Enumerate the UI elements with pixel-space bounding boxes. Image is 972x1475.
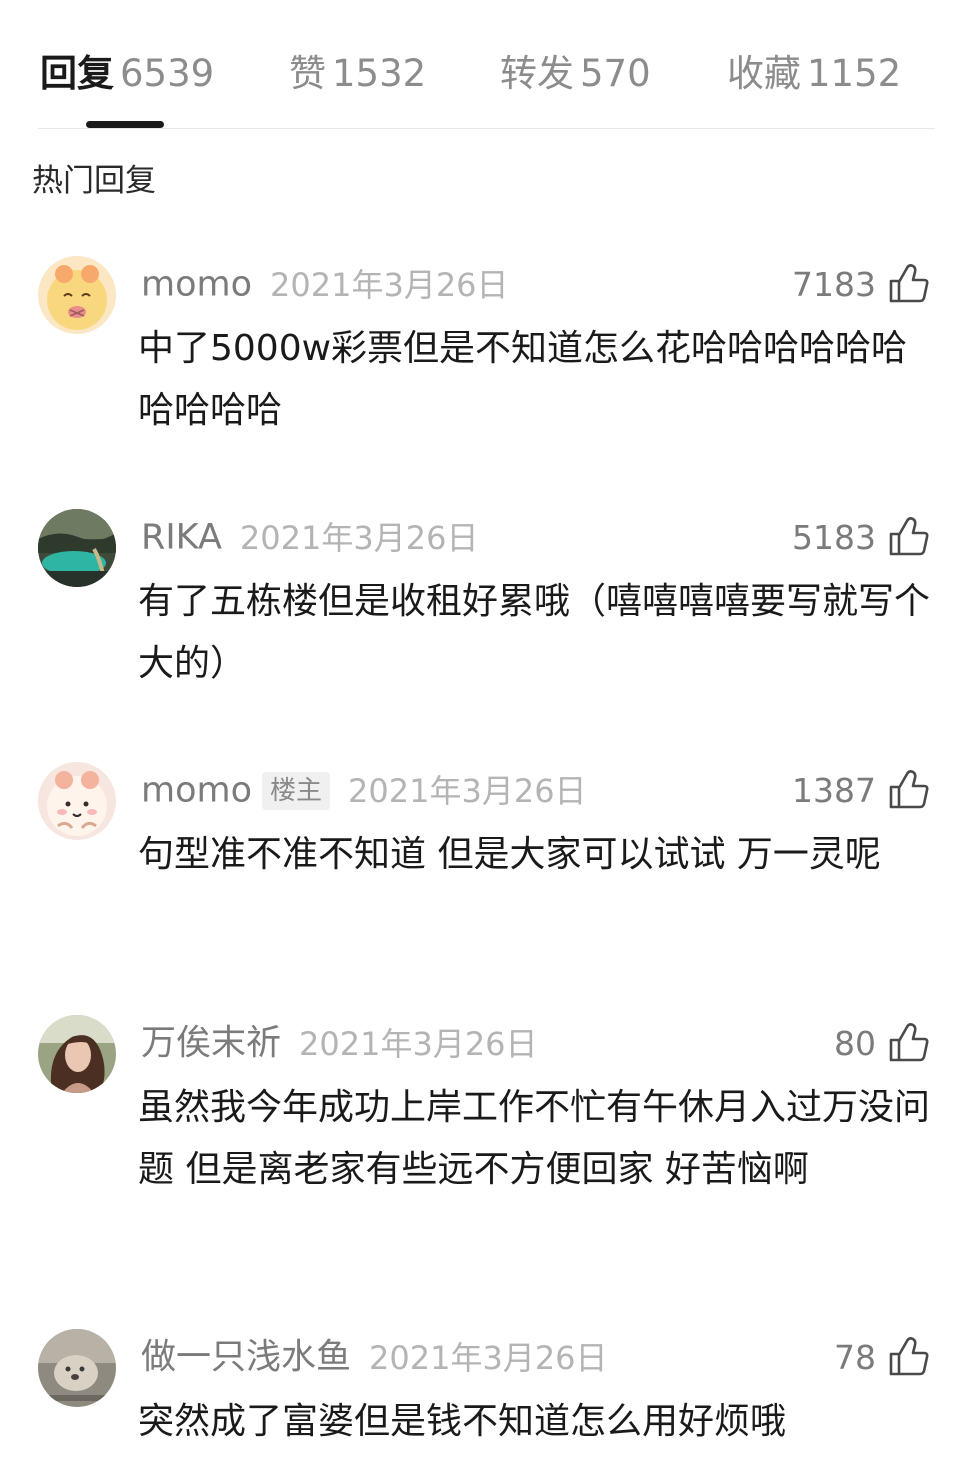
tab-reposts-label: 转发 bbox=[500, 52, 574, 95]
like-count: 5183 bbox=[792, 517, 876, 557]
tab-replies-count: 6539 bbox=[120, 52, 215, 95]
tab-reposts-count: 570 bbox=[580, 52, 651, 95]
tab-likes-count: 1532 bbox=[332, 52, 427, 95]
like-button[interactable]: 78 bbox=[834, 1331, 930, 1383]
reply-tabs: 回复 6539 赞 1532 转发 570 收藏 1152 bbox=[0, 0, 972, 128]
timestamp: 2021年3月26日 bbox=[348, 771, 587, 810]
tabs-divider bbox=[38, 128, 935, 129]
like-button[interactable]: 1387 bbox=[792, 764, 930, 816]
active-tab-indicator bbox=[86, 121, 164, 128]
tab-reposts[interactable]: 转发 570 bbox=[500, 48, 651, 100]
avatar[interactable] bbox=[38, 1329, 116, 1407]
timestamp: 2021年3月26日 bbox=[239, 518, 479, 557]
avatar[interactable] bbox=[38, 762, 116, 840]
timestamp: 2021年3月26日 bbox=[270, 265, 509, 304]
like-button[interactable]: 80 bbox=[834, 1017, 930, 1069]
comment-text: 突然成了富婆但是钱不知道怎么用好烦哦 bbox=[138, 1401, 787, 1442]
comment-meta: momo 2021年3月26日 bbox=[141, 258, 509, 310]
tab-favorites[interactable]: 收藏 1152 bbox=[727, 48, 901, 100]
username[interactable]: 万俟末祈 bbox=[141, 1024, 281, 1064]
thumbs-up-icon bbox=[888, 1022, 930, 1064]
comment-text: 虽然我今年成功上岸工作不忙有午休月入过万没问题 但是离老家有些远不方便回家 好苦… bbox=[138, 1087, 931, 1190]
username[interactable]: RIKA bbox=[141, 518, 222, 558]
thumbs-up-icon bbox=[888, 1336, 930, 1378]
tab-favorites-count: 1152 bbox=[807, 52, 902, 95]
like-button[interactable]: 5183 bbox=[792, 511, 930, 563]
avatar[interactable] bbox=[38, 509, 116, 587]
timestamp: 2021年3月26日 bbox=[369, 1338, 608, 1377]
like-count: 1387 bbox=[792, 770, 876, 810]
tab-likes[interactable]: 赞 1532 bbox=[289, 48, 426, 100]
like-count: 7183 bbox=[792, 264, 876, 304]
thumbs-up-icon bbox=[888, 516, 930, 558]
avatar[interactable] bbox=[38, 256, 116, 334]
hot-replies-heading: 热门回复 bbox=[32, 163, 156, 199]
comment-text: 有了五栋楼但是收租好累哦（嘻嘻嘻嘻要写就写个大的） bbox=[138, 581, 931, 684]
like-button[interactable]: 7183 bbox=[792, 258, 930, 310]
timestamp: 2021年3月26日 bbox=[299, 1024, 538, 1063]
comment-meta: 万俟末祈 2021年3月26日 bbox=[141, 1017, 538, 1069]
username[interactable]: momo bbox=[141, 265, 252, 305]
username[interactable]: 做一只浅水鱼 bbox=[141, 1338, 351, 1378]
like-count: 78 bbox=[834, 1337, 876, 1377]
thumbs-up-icon bbox=[888, 769, 930, 811]
tab-favorites-label: 收藏 bbox=[727, 52, 801, 95]
avatar[interactable] bbox=[38, 1015, 116, 1093]
tab-replies-label: 回复 bbox=[40, 52, 114, 95]
like-count: 80 bbox=[834, 1023, 876, 1063]
comment-text: 中了5000w彩票但是不知道怎么花哈哈哈哈哈哈哈哈哈哈 bbox=[138, 328, 908, 431]
comment-text: 句型准不准不知道 但是大家可以试试 万一灵呢 bbox=[138, 834, 881, 875]
comment-meta: RIKA 2021年3月26日 bbox=[141, 511, 478, 563]
thumbs-up-icon bbox=[888, 263, 930, 305]
comment-meta: momo 楼主 2021年3月26日 bbox=[141, 764, 587, 816]
username[interactable]: momo bbox=[141, 771, 252, 811]
tab-likes-label: 赞 bbox=[289, 52, 326, 95]
op-badge: 楼主 bbox=[262, 771, 331, 810]
tab-replies[interactable]: 回复 6539 bbox=[40, 48, 214, 100]
comment-meta: 做一只浅水鱼 2021年3月26日 bbox=[141, 1331, 608, 1383]
